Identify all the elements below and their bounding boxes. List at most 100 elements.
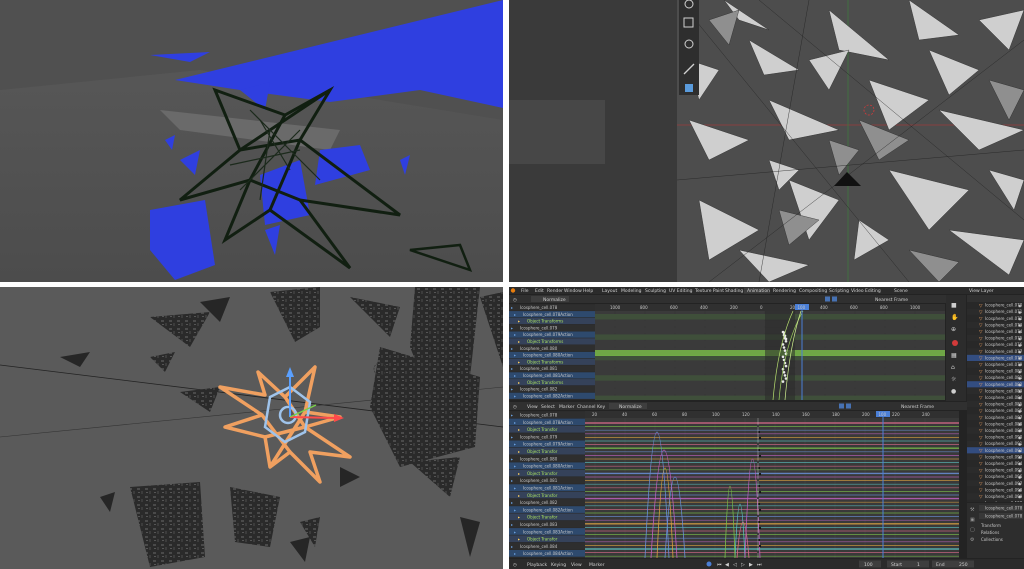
graph-editor-type-icon[interactable]: ◷: [513, 405, 517, 410]
channel-label[interactable]: Icosphere_cell.078Action: [523, 312, 573, 317]
channel-label[interactable]: Icosphere_cell.079: [520, 434, 558, 439]
jump-end-icon[interactable]: ⏭: [757, 562, 762, 568]
channel-label[interactable]: Object Transforms: [527, 339, 563, 344]
graph-normalize[interactable]: Normalize: [619, 404, 642, 410]
tab-texture-paint[interactable]: Texture Paint: [694, 288, 724, 294]
visibility-eye-icon[interactable]: ◉: [1018, 494, 1022, 499]
channel-expand-icon[interactable]: ▸: [514, 486, 516, 491]
viewport-solid-blue[interactable]: [0, 0, 503, 282]
record-icon[interactable]: [952, 340, 958, 346]
graph-keyframe[interactable]: [758, 472, 762, 476]
channel-expand-icon[interactable]: ▸: [518, 493, 520, 498]
channel-expand-icon[interactable]: ▸: [514, 332, 516, 337]
channel-label[interactable]: Icosphere_cell.078Action: [523, 420, 573, 425]
zoom-icon[interactable]: ⊕: [951, 326, 956, 333]
graph-menu-key[interactable]: Key: [597, 404, 605, 410]
channel-label[interactable]: Object Transfor: [527, 449, 558, 454]
visibility-eye-icon[interactable]: ◉: [1018, 455, 1022, 460]
channel-label[interactable]: Icosphere_cell.083Action: [523, 529, 573, 534]
tab-rendering[interactable]: Rendering: [773, 288, 796, 294]
channel-label[interactable]: Object Transfor: [527, 493, 558, 498]
graph-nearest-frame[interactable]: Nearest Frame: [901, 404, 934, 410]
channel-expand-icon[interactable]: ▸: [518, 449, 520, 454]
channel-expand-icon[interactable]: ▸: [514, 312, 516, 317]
visibility-eye-icon[interactable]: ◉: [1018, 389, 1022, 394]
visibility-eye-icon[interactable]: ◉: [1018, 349, 1022, 354]
channel-expand-icon[interactable]: ▸: [518, 319, 520, 324]
visibility-eye-icon[interactable]: ◉: [1018, 402, 1022, 407]
channel-label[interactable]: Icosphere_cell.079: [520, 325, 558, 330]
channel-label[interactable]: Icosphere_cell.081: [520, 478, 558, 483]
visibility-eye-icon[interactable]: ◉: [1018, 395, 1022, 400]
channel-label[interactable]: Object Transfor: [527, 537, 558, 542]
channel-label[interactable]: Icosphere_cell.082: [520, 500, 558, 505]
graph-fcurve-arc[interactable]: [664, 476, 686, 558]
channel-expand-icon[interactable]: ▸: [511, 456, 513, 461]
channel-expand-icon[interactable]: ▸: [511, 305, 513, 310]
channel-expand-icon[interactable]: ▸: [518, 537, 520, 542]
view-menu[interactable]: View: [571, 562, 582, 568]
menu-window[interactable]: Window: [564, 288, 582, 294]
channel-expand-icon[interactable]: ▸: [518, 339, 520, 344]
dope-area-svg[interactable]: 1000 800 600 400 200 0 200 400 600 800 1000100: [595, 304, 945, 400]
channel-label[interactable]: Object Transforms: [527, 359, 563, 364]
channel-label[interactable]: Icosphere_cell.081Action: [523, 486, 573, 491]
channel-expand-icon[interactable]: ▸: [511, 500, 513, 505]
channel-label[interactable]: Icosphere_cell.078: [520, 305, 558, 310]
visibility-eye-icon[interactable]: ◉: [1018, 323, 1022, 328]
channel-expand-icon[interactable]: ▸: [511, 434, 513, 439]
play-icon[interactable]: ▷: [741, 562, 745, 568]
channel-label[interactable]: Icosphere_cell.080Action: [523, 353, 573, 358]
visibility-eye-icon[interactable]: ◉: [1018, 408, 1022, 413]
hand-icon[interactable]: ✋: [951, 313, 958, 321]
channel-expand-icon[interactable]: ▸: [511, 387, 513, 392]
menu-render[interactable]: Render: [547, 288, 563, 294]
channel-label[interactable]: Icosphere_cell.084Action: [523, 551, 573, 556]
channel-label[interactable]: Object Transforms: [527, 380, 563, 385]
dope-keyframe[interactable]: [782, 371, 786, 374]
render-props-icon[interactable]: ▣: [970, 517, 975, 523]
channel-label[interactable]: Icosphere_cell.079Action: [523, 442, 573, 447]
visibility-eye-icon[interactable]: ◉: [1018, 422, 1022, 427]
visibility-eye-icon[interactable]: ◉: [1018, 461, 1022, 466]
light-icon[interactable]: ☼: [951, 376, 957, 383]
jump-start-icon[interactable]: ⏮: [717, 562, 722, 568]
channel-expand-icon[interactable]: ▸: [514, 507, 516, 512]
graph-menu-marker[interactable]: Marker: [559, 404, 575, 410]
lock-icon[interactable]: ⌂: [951, 364, 955, 371]
props-object-name[interactable]: Icosphere_cell.078: [985, 506, 1023, 511]
channel-expand-icon[interactable]: ▸: [514, 529, 516, 534]
prev-key-icon[interactable]: ◀: [725, 562, 729, 568]
channel-label[interactable]: Icosphere_cell.083: [520, 522, 558, 527]
visibility-eye-icon[interactable]: ◉: [1018, 468, 1022, 473]
visibility-eye-icon[interactable]: ◉: [1018, 356, 1022, 361]
graph-menu-view[interactable]: View: [527, 404, 538, 410]
dope-keyframe[interactable]: [783, 374, 787, 377]
visibility-eye-icon[interactable]: ◉: [1018, 342, 1022, 347]
channel-expand-icon[interactable]: ▸: [514, 442, 516, 447]
visibility-eye-icon[interactable]: ◉: [1018, 481, 1022, 486]
props-data-name[interactable]: Icosphere_cell.078: [985, 514, 1023, 519]
channel-expand-icon[interactable]: ▸: [511, 325, 513, 330]
channel-label[interactable]: Object Transfor: [527, 515, 558, 520]
props-section-relations[interactable]: Relations: [981, 530, 999, 535]
graph-menu-channel[interactable]: Channel: [577, 404, 595, 410]
modifier-props-icon[interactable]: ⚙: [970, 537, 975, 543]
dope-normalize[interactable]: Normalize: [543, 297, 566, 303]
channel-expand-icon[interactable]: ▸: [511, 366, 513, 371]
graph-filter-icon[interactable]: [839, 403, 844, 409]
visibility-eye-icon[interactable]: ◉: [1018, 375, 1022, 380]
play-reverse-icon[interactable]: ◁: [733, 562, 737, 568]
marker-menu[interactable]: Marker: [589, 562, 605, 568]
channel-label[interactable]: Object Transfor: [527, 471, 558, 476]
channel-expand-icon[interactable]: ▸: [514, 373, 516, 378]
channel-label[interactable]: Icosphere_cell.082Action: [523, 507, 573, 512]
filter-visible-icon[interactable]: [832, 296, 837, 302]
graph-area-svg[interactable]: 20 40 60 80 100 120 140 160 180 200 220 240 100: [585, 411, 959, 558]
visibility-eye-icon[interactable]: ◉: [1018, 441, 1022, 446]
viewport-textured-selection[interactable]: [0, 287, 503, 569]
filter-only-selected-icon[interactable]: [825, 296, 830, 302]
dope-keyframe[interactable]: [784, 364, 788, 368]
tool-props-icon[interactable]: ⚒: [970, 507, 975, 513]
channel-label[interactable]: Icosphere_cell.081: [520, 366, 558, 371]
